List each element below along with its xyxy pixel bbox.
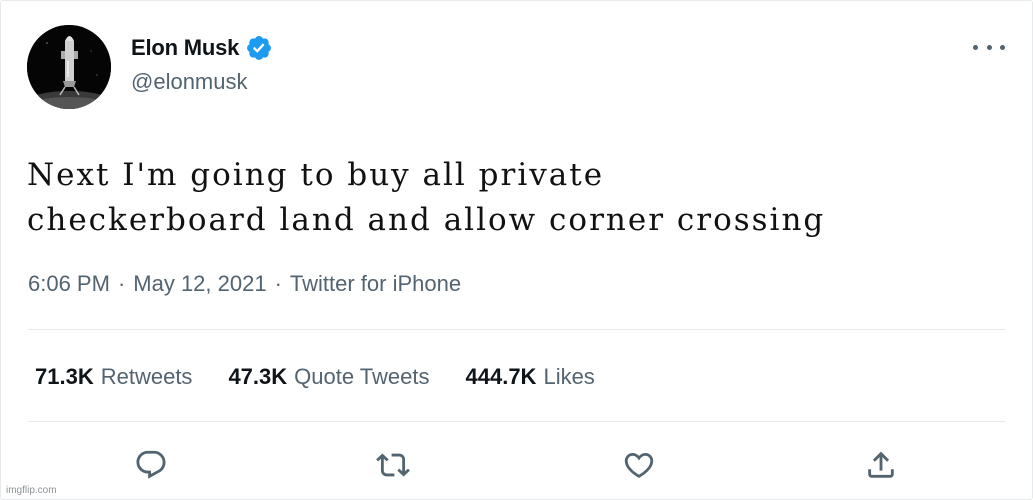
likes-count: 444.7K (465, 364, 537, 389)
verified-badge-icon (247, 36, 272, 60)
meta-separator: · (274, 271, 282, 296)
author-name-row: Elon Musk (131, 33, 273, 63)
meta-separator: · (117, 271, 126, 296)
more-options-icon[interactable] (973, 37, 1005, 57)
retweets-label: Retweets (100, 364, 193, 389)
tweet-time[interactable]: 6:06 PM (28, 271, 110, 297)
likes-label: Likes (543, 364, 595, 389)
like-button[interactable] (619, 445, 659, 485)
share-icon (868, 451, 894, 478)
divider-bottom (28, 421, 1005, 422)
likes-stat[interactable]: 444.7K Likes (466, 364, 595, 390)
tweet-text: Next I'm going to buy all private checke… (27, 157, 826, 238)
quote-tweets-count: 47.3K (228, 364, 288, 389)
tweet-date[interactable]: May 12, 2021 (133, 271, 266, 297)
tweet-source[interactable]: Twitter for iPhone (290, 271, 461, 297)
divider-top (28, 329, 1005, 330)
share-button[interactable] (861, 445, 901, 485)
author-handle[interactable]: @elonmusk (131, 69, 248, 95)
quote-tweets-label: Quote Tweets (294, 364, 430, 389)
retweet-icon (376, 453, 410, 477)
engagement-stats: 71.3K Retweets 47.3K Quote Tweets 444.7K… (35, 364, 595, 390)
retweets-stat[interactable]: 71.3K Retweets (35, 364, 192, 390)
retweets-count: 71.3K (35, 364, 94, 389)
reply-icon (136, 450, 166, 479)
action-bar (1, 445, 1033, 485)
author-name[interactable]: Elon Musk (131, 35, 239, 61)
starship-photo-icon (27, 25, 111, 109)
avatar[interactable] (27, 25, 111, 109)
tweet-card: Elon Musk @elonmusk Next I'm going to bu… (0, 0, 1033, 500)
tweet-metadata: 6:06 PM · May 12, 2021 · Twitter for iPh… (28, 271, 461, 297)
reply-button[interactable] (131, 445, 171, 485)
retweet-button[interactable] (373, 445, 413, 485)
quote-tweets-stat[interactable]: 47.3K Quote Tweets (228, 364, 429, 390)
watermark: imgflip.com (6, 485, 57, 496)
like-icon (624, 452, 654, 478)
